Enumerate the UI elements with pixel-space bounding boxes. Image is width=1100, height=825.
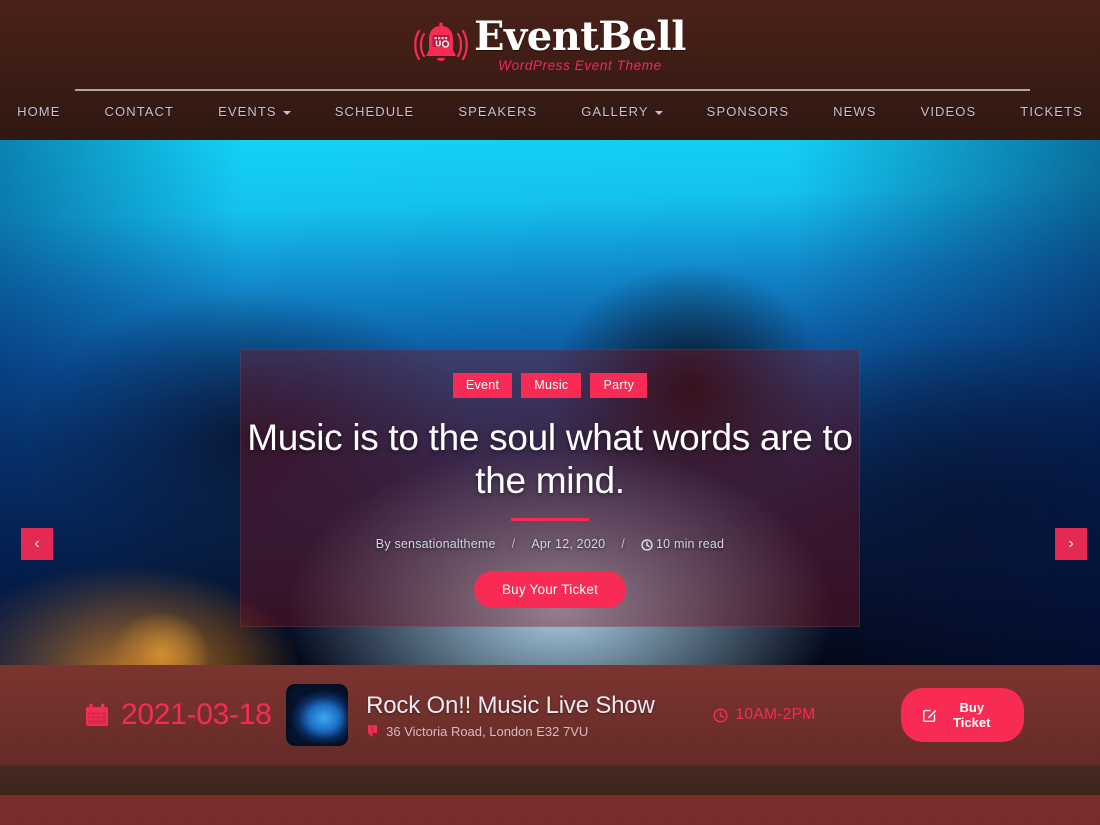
nav-label: HOME	[17, 104, 61, 119]
slider-next-button[interactable]: ›	[1055, 528, 1087, 560]
nav-label: SPONSORS	[706, 104, 790, 119]
footer-strip-red	[0, 795, 1100, 825]
nav-label: SCHEDULE	[334, 104, 415, 119]
nav-label: TICKETS	[1020, 104, 1083, 119]
badge-event[interactable]: Event	[452, 373, 513, 398]
nav-item-sponsors[interactable]: SPONSORS	[685, 104, 811, 119]
buy-your-ticket-button[interactable]: Buy Your Ticket	[473, 571, 627, 608]
meta-separator-2: /	[621, 537, 625, 551]
chevron-down-icon	[282, 110, 291, 115]
clock-icon	[641, 539, 653, 551]
event-address-text: 36 Victoria Road, London E32 7VU	[386, 723, 589, 739]
nav-label: SPEAKERS	[458, 104, 538, 119]
brand-name: EventBell	[474, 12, 686, 60]
nav-label: VIDEOS	[920, 104, 977, 119]
event-thumbnail[interactable]	[286, 684, 349, 746]
event-title[interactable]: Rock On!! Music Live Show	[366, 692, 690, 720]
site-logo[interactable]: U EventBell WordPress Event Theme	[0, 0, 1100, 78]
nav-label: EVENTS	[218, 104, 277, 119]
nav-item-tickets[interactable]: TICKETS	[998, 104, 1100, 119]
meta-date: Apr 12, 2020	[531, 537, 606, 551]
clock-icon	[712, 707, 728, 723]
site-header: U EventBell WordPress Event Theme HOME C…	[0, 0, 1100, 140]
event-info: Rock On!! Music Live Show 36 Victoria Ro…	[366, 692, 690, 739]
bell-icon: U	[414, 18, 468, 72]
nav-label: NEWS	[833, 104, 877, 119]
nav-item-home[interactable]: HOME	[0, 104, 83, 119]
footer-strip-dark	[0, 765, 1100, 795]
chevron-down-icon	[654, 110, 663, 115]
nav-label: GALLERY	[581, 104, 649, 119]
upcoming-event-bar: 2021-03-18 Rock On!! Music Live Show 36 …	[0, 665, 1100, 765]
event-time: 10AM-2PM	[712, 706, 901, 724]
map-marker-icon	[366, 724, 379, 738]
main-navigation: HOME CONTACT EVENTS SCHEDULE SPEAKERS GA…	[0, 104, 1100, 119]
event-date-text: 2021-03-18	[121, 698, 272, 731]
hero-slider: Event Music Party Music is to the soul w…	[0, 140, 1100, 665]
nav-label: CONTACT	[104, 104, 175, 119]
meta-separator-1: /	[511, 537, 516, 551]
calendar-icon	[84, 702, 110, 728]
page-root: U EventBell WordPress Event Theme HOME C…	[0, 0, 1100, 825]
hero-content: Event Music Party Music is to the soul w…	[0, 343, 1100, 608]
nav-item-schedule[interactable]: SCHEDULE	[313, 104, 437, 119]
nav-item-events[interactable]: EVENTS	[196, 104, 313, 119]
nav-item-videos[interactable]: VIDEOS	[899, 104, 999, 119]
badge-music[interactable]: Music	[521, 373, 582, 398]
nav-item-gallery[interactable]: GALLERY	[559, 104, 684, 119]
hero-meta: By sensationaltheme / Apr 12, 2020 / 10 …	[376, 537, 724, 551]
slider-prev-button[interactable]: ‹	[21, 528, 53, 560]
header-divider	[75, 89, 1030, 91]
buy-ticket-button[interactable]: Buy Ticket	[900, 688, 1024, 742]
title-divider	[511, 518, 589, 521]
meta-read-time: 10 min read	[655, 537, 725, 551]
nav-item-news[interactable]: NEWS	[811, 104, 898, 119]
badge-party[interactable]: Party	[590, 373, 648, 398]
event-address: 36 Victoria Road, London E32 7VU	[366, 724, 690, 739]
brand-tagline: WordPress Event Theme	[498, 57, 662, 73]
svg-text:U: U	[435, 40, 442, 49]
event-time-text: 10AM-2PM	[735, 706, 816, 723]
pen-square-icon	[922, 708, 937, 722]
event-date: 2021-03-18	[84, 698, 286, 732]
hero-title: Music is to the soul what words are to t…	[247, 417, 853, 501]
buy-ticket-label: Buy Ticket	[953, 700, 991, 730]
nav-item-speakers[interactable]: SPEAKERS	[436, 104, 559, 119]
nav-item-contact[interactable]: CONTACT	[83, 104, 197, 119]
meta-author: By sensationaltheme	[375, 537, 496, 551]
hero-badges: Event Music Party	[452, 373, 648, 398]
